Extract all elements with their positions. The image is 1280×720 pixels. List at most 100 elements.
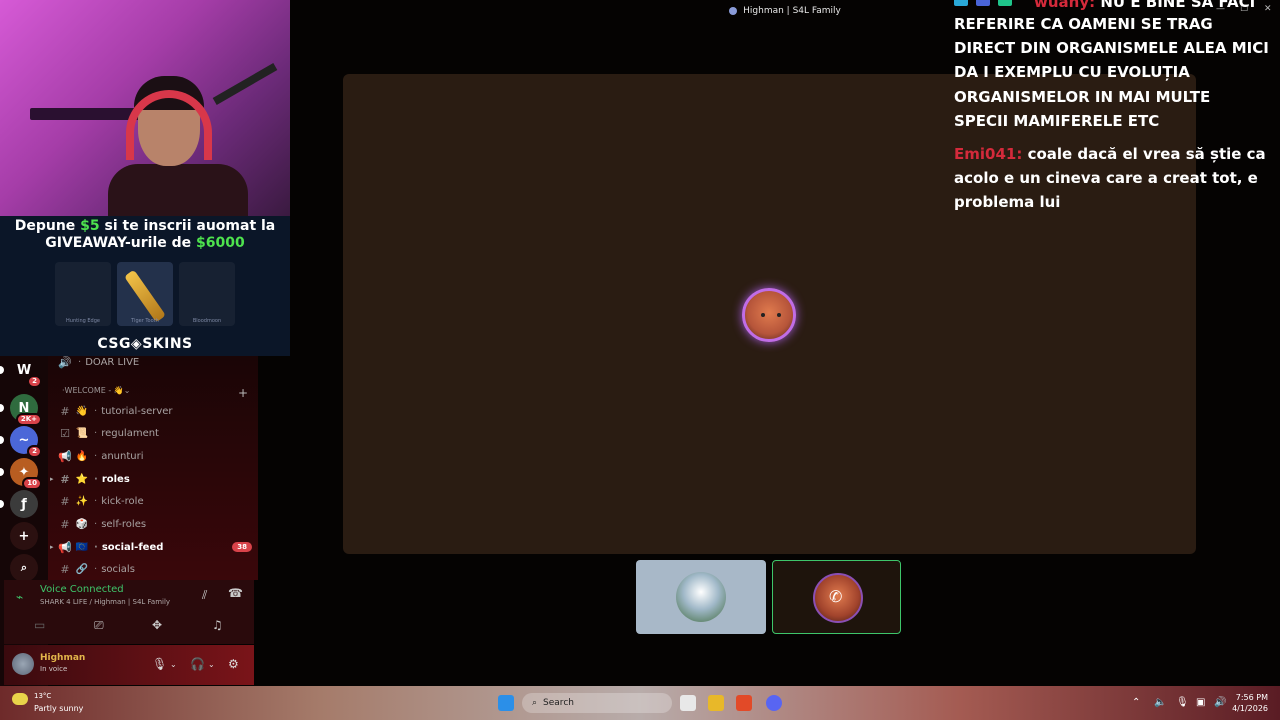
chevron-up-icon[interactable]: ⌃ xyxy=(1132,697,1140,708)
promo-items: Hunting Edge Tiger Tooth Bloodmoon xyxy=(0,262,290,332)
microphone-icon[interactable]: 🎙 xyxy=(152,657,167,671)
chat-message-line: problema lui xyxy=(954,193,1061,211)
search-box[interactable]: ⌕ Search xyxy=(522,693,672,713)
chat-message-line: acolo e un cineva care a creat tot, e xyxy=(954,169,1258,187)
promo-line-2: GIVEAWAY-urile de $6000 xyxy=(45,235,245,251)
badge-icon xyxy=(954,0,968,6)
announcement-icon: # xyxy=(60,404,70,418)
brave-browser-icon[interactable] xyxy=(736,695,752,711)
microphone-icon[interactable]: 🎙 xyxy=(1176,697,1189,708)
speaker-icon[interactable]: 🔈 xyxy=(1154,697,1166,708)
voice-location[interactable]: SHARK 4 LIFE / Highman | S4L Family xyxy=(40,598,170,606)
knife-icon xyxy=(124,269,166,323)
taskbar: 13°C Partly sunny ⌕ Search ⌃ 🔈 🎙 ▣ 🔊 7:5… xyxy=(0,686,1280,720)
announcement-icon: 📢 xyxy=(58,540,72,554)
server-icon[interactable]: ✦ 10 xyxy=(0,458,42,490)
promo-line-1: Depune $5 si te inscrii auomat la xyxy=(14,218,276,234)
server-icon[interactable]: W 2 xyxy=(0,356,42,388)
discover-button[interactable]: ⌕ xyxy=(10,554,38,582)
hash-icon: # xyxy=(60,472,70,486)
unread-badge: 38 xyxy=(232,542,252,552)
headphones-icon[interactable]: 🎧 xyxy=(190,657,205,671)
speaker-icon: 🔊 xyxy=(58,355,72,369)
voice-status-panel: ⌁ Voice Connected SHARK 4 LIFE / Highman… xyxy=(4,580,254,644)
camera-off-icon[interactable]: ▭ xyxy=(34,618,45,632)
participant-tile[interactable] xyxy=(636,560,766,634)
promo-item: Bloodmoon xyxy=(179,262,235,326)
clock[interactable]: 7:56 PM 4/1/2026 xyxy=(1232,692,1268,714)
noise-suppression-icon[interactable]: ⫽ xyxy=(202,588,207,603)
channel-item[interactable]: 📢 🔥 · anunturi xyxy=(56,446,252,466)
participant-tile-active[interactable]: ✆ xyxy=(772,560,901,634)
soundboard-icon[interactable]: ♫ xyxy=(212,618,223,632)
server-icon[interactable]: N 2K+ xyxy=(0,394,42,426)
badge-icon xyxy=(998,0,1012,6)
plus-icon[interactable]: + xyxy=(238,386,248,400)
webcam-overlay xyxy=(0,0,290,216)
file-explorer-icon[interactable] xyxy=(708,695,724,711)
hash-icon: # xyxy=(60,517,70,531)
avatar xyxy=(676,572,726,622)
badge-icons xyxy=(954,0,1012,6)
channel-item[interactable]: # ✨ · kick-role xyxy=(56,491,252,511)
chevron-right-icon: ▸ xyxy=(50,543,54,551)
volume-icon[interactable]: 🔊 xyxy=(1214,697,1226,708)
hash-icon: # xyxy=(60,494,70,508)
disconnect-icon[interactable]: ☎ xyxy=(228,586,243,600)
chat-message-line: DIRECT DIN ORGANISMELE ALEA MICI xyxy=(954,39,1269,57)
channel-item[interactable]: # 👋 · tutorial-server xyxy=(56,401,252,421)
chevron-right-icon: ▸ xyxy=(50,475,54,483)
voice-connected-label: Voice Connected xyxy=(40,584,124,595)
voice-channel-item[interactable]: 🔊 · DOAR LIVE xyxy=(56,352,252,372)
speaking-user-avatar[interactable] xyxy=(742,288,796,342)
temperature[interactable]: 13°C xyxy=(34,692,51,700)
network-icon[interactable]: ▣ xyxy=(1196,697,1205,708)
screen: Highman | S4L Family — ☐ ✕ Depune $5 si … xyxy=(0,0,1280,720)
promo-item-featured: Tiger Tooth xyxy=(117,262,173,326)
plus-icon: + xyxy=(18,528,30,544)
sponsor-logo: CSG◈SKINS xyxy=(97,336,193,352)
task-view-icon[interactable] xyxy=(680,695,696,711)
mention-badge: 2 xyxy=(27,445,42,458)
mention-badge: 10 xyxy=(22,477,42,490)
start-icon[interactable] xyxy=(498,695,514,711)
channel-item[interactable]: ▸ # ⭐ · roles xyxy=(50,469,252,489)
discord-icon[interactable] xyxy=(766,695,782,711)
server-icon[interactable]: ƒ xyxy=(0,490,38,518)
channel-item[interactable]: ▸ 📢 🇪🇺 · social-feed 38 xyxy=(50,537,252,557)
weather-icon[interactable] xyxy=(12,693,28,705)
compass-icon: ⌕ xyxy=(20,561,28,574)
chevron-down-icon[interactable]: ⌄ xyxy=(208,660,215,669)
date: 4/1/2026 xyxy=(1232,704,1268,713)
chat-message-line: REFERIRE CA OAMENI SE TRAG xyxy=(954,15,1213,33)
announcement-icon: 📢 xyxy=(58,449,72,463)
chevron-down-icon[interactable]: ⌄ xyxy=(170,660,177,669)
signal-icon[interactable]: ⌁ xyxy=(16,590,23,604)
chat-message: Emi041: coale dacă el vrea să știe ca xyxy=(954,145,1266,163)
channel-item[interactable]: # 🎲 · self-roles xyxy=(56,514,252,534)
activities-icon[interactable]: ✥ xyxy=(152,618,162,632)
category-header[interactable]: · WELCOME - 👋 ⌄ + xyxy=(62,386,248,400)
search-icon: ⌕ xyxy=(532,698,538,708)
server-icon[interactable]: ~ 2 xyxy=(0,426,42,458)
gear-icon[interactable]: ⚙ xyxy=(228,657,239,671)
sponsor-banner: Depune $5 si te inscrii auomat la GIVEAW… xyxy=(0,216,290,356)
stream-chat-overlay: wuany: NU E BINE SA FACI REFERIRE CA OAM… xyxy=(950,0,1275,220)
phone-icon: ✆ xyxy=(829,587,843,606)
window-title: Highman | S4L Family xyxy=(743,6,841,16)
channel-item[interactable]: # 🔗 · socials xyxy=(56,559,252,579)
screen-share-icon[interactable]: ⎚ xyxy=(94,618,104,633)
hash-icon: # xyxy=(60,562,70,576)
username: Highman xyxy=(40,653,86,663)
time: 7:56 PM xyxy=(1235,693,1268,702)
streamer xyxy=(108,76,248,216)
chat-message-line: SPECII MAMIFERELE ETC xyxy=(954,112,1160,130)
user-status: In voice xyxy=(40,665,68,673)
app-icon xyxy=(729,7,738,15)
avatar[interactable] xyxy=(12,653,34,675)
promo-item: Hunting Edge xyxy=(55,262,111,326)
weather-description[interactable]: Partly sunny xyxy=(34,704,83,713)
add-server-button[interactable]: + xyxy=(10,522,38,550)
channel-item[interactable]: ☑ 📜 · regulament xyxy=(56,423,252,443)
mention-badge: 2K+ xyxy=(15,413,42,426)
